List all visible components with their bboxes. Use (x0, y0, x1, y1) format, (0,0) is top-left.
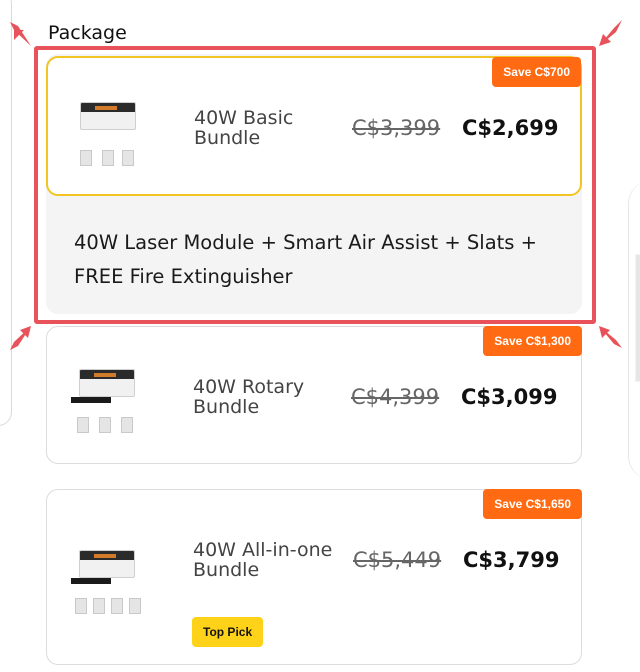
sale-price: C$3,799 (463, 548, 560, 572)
arrow-pointer-icon (10, 22, 31, 46)
right-adjacent-panel (628, 180, 640, 480)
arrow-pointer-icon (10, 326, 31, 350)
product-thumbnail (71, 550, 143, 614)
selection-highlight (34, 46, 596, 324)
package-section-title: Package (48, 22, 127, 44)
arrow-pointer-icon (14, 30, 24, 40)
sale-price: C$3,099 (461, 385, 558, 409)
package-name: 40W Rotary Bundle (193, 376, 305, 418)
left-adjacent-panel (0, 0, 12, 426)
package-option-all-in-one[interactable]: Save C$1,650 40W All-in-one Bundle C$5,4… (46, 489, 582, 665)
top-pick-tag: Top Pick (192, 617, 264, 647)
arrow-pointer-icon (599, 326, 610, 338)
arrow-pointer-icon (599, 326, 622, 348)
save-badge: Save C$1,300 (483, 326, 582, 356)
package-name: 40W All-in-one Bundle (193, 539, 333, 581)
arrow-pointer-icon (599, 34, 611, 46)
original-price: C$5,449 (353, 548, 442, 572)
product-thumbnail (71, 369, 143, 433)
arrow-pointer-icon (20, 326, 31, 338)
save-badge: Save C$1,650 (483, 489, 582, 519)
arrow-pointer-icon (599, 20, 622, 46)
original-price: C$4,399 (351, 385, 440, 409)
package-option-rotary[interactable]: Save C$1,300 40W Rotary Bundle C$4,399 C… (46, 326, 582, 464)
